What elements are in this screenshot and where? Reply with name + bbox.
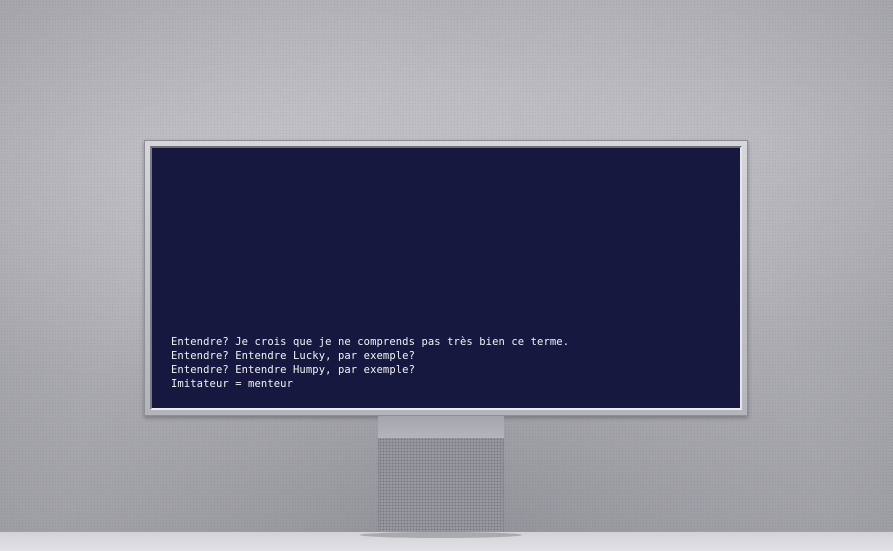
monitor-stand-icon — [378, 438, 504, 538]
terminal-line: Entendre? Entendre Lucky, par exemple? — [171, 350, 416, 362]
terminal-line: Entendre? Je crois que je ne comprends p… — [171, 336, 570, 348]
terminal-line: Entendre? Entendre Humpy, par exemple? — [171, 364, 416, 376]
monitor-stand-neck — [378, 416, 504, 438]
monitor: Entendre? Je crois que je ne comprends p… — [144, 140, 748, 416]
monitor-screen[interactable]: Entendre? Je crois que je ne comprends p… — [152, 148, 740, 408]
terminal-line: Imitateur = menteur — [171, 378, 294, 390]
stand-shadow — [360, 532, 522, 538]
terminal-output: Entendre? Je crois que je ne comprends p… — [171, 335, 569, 391]
